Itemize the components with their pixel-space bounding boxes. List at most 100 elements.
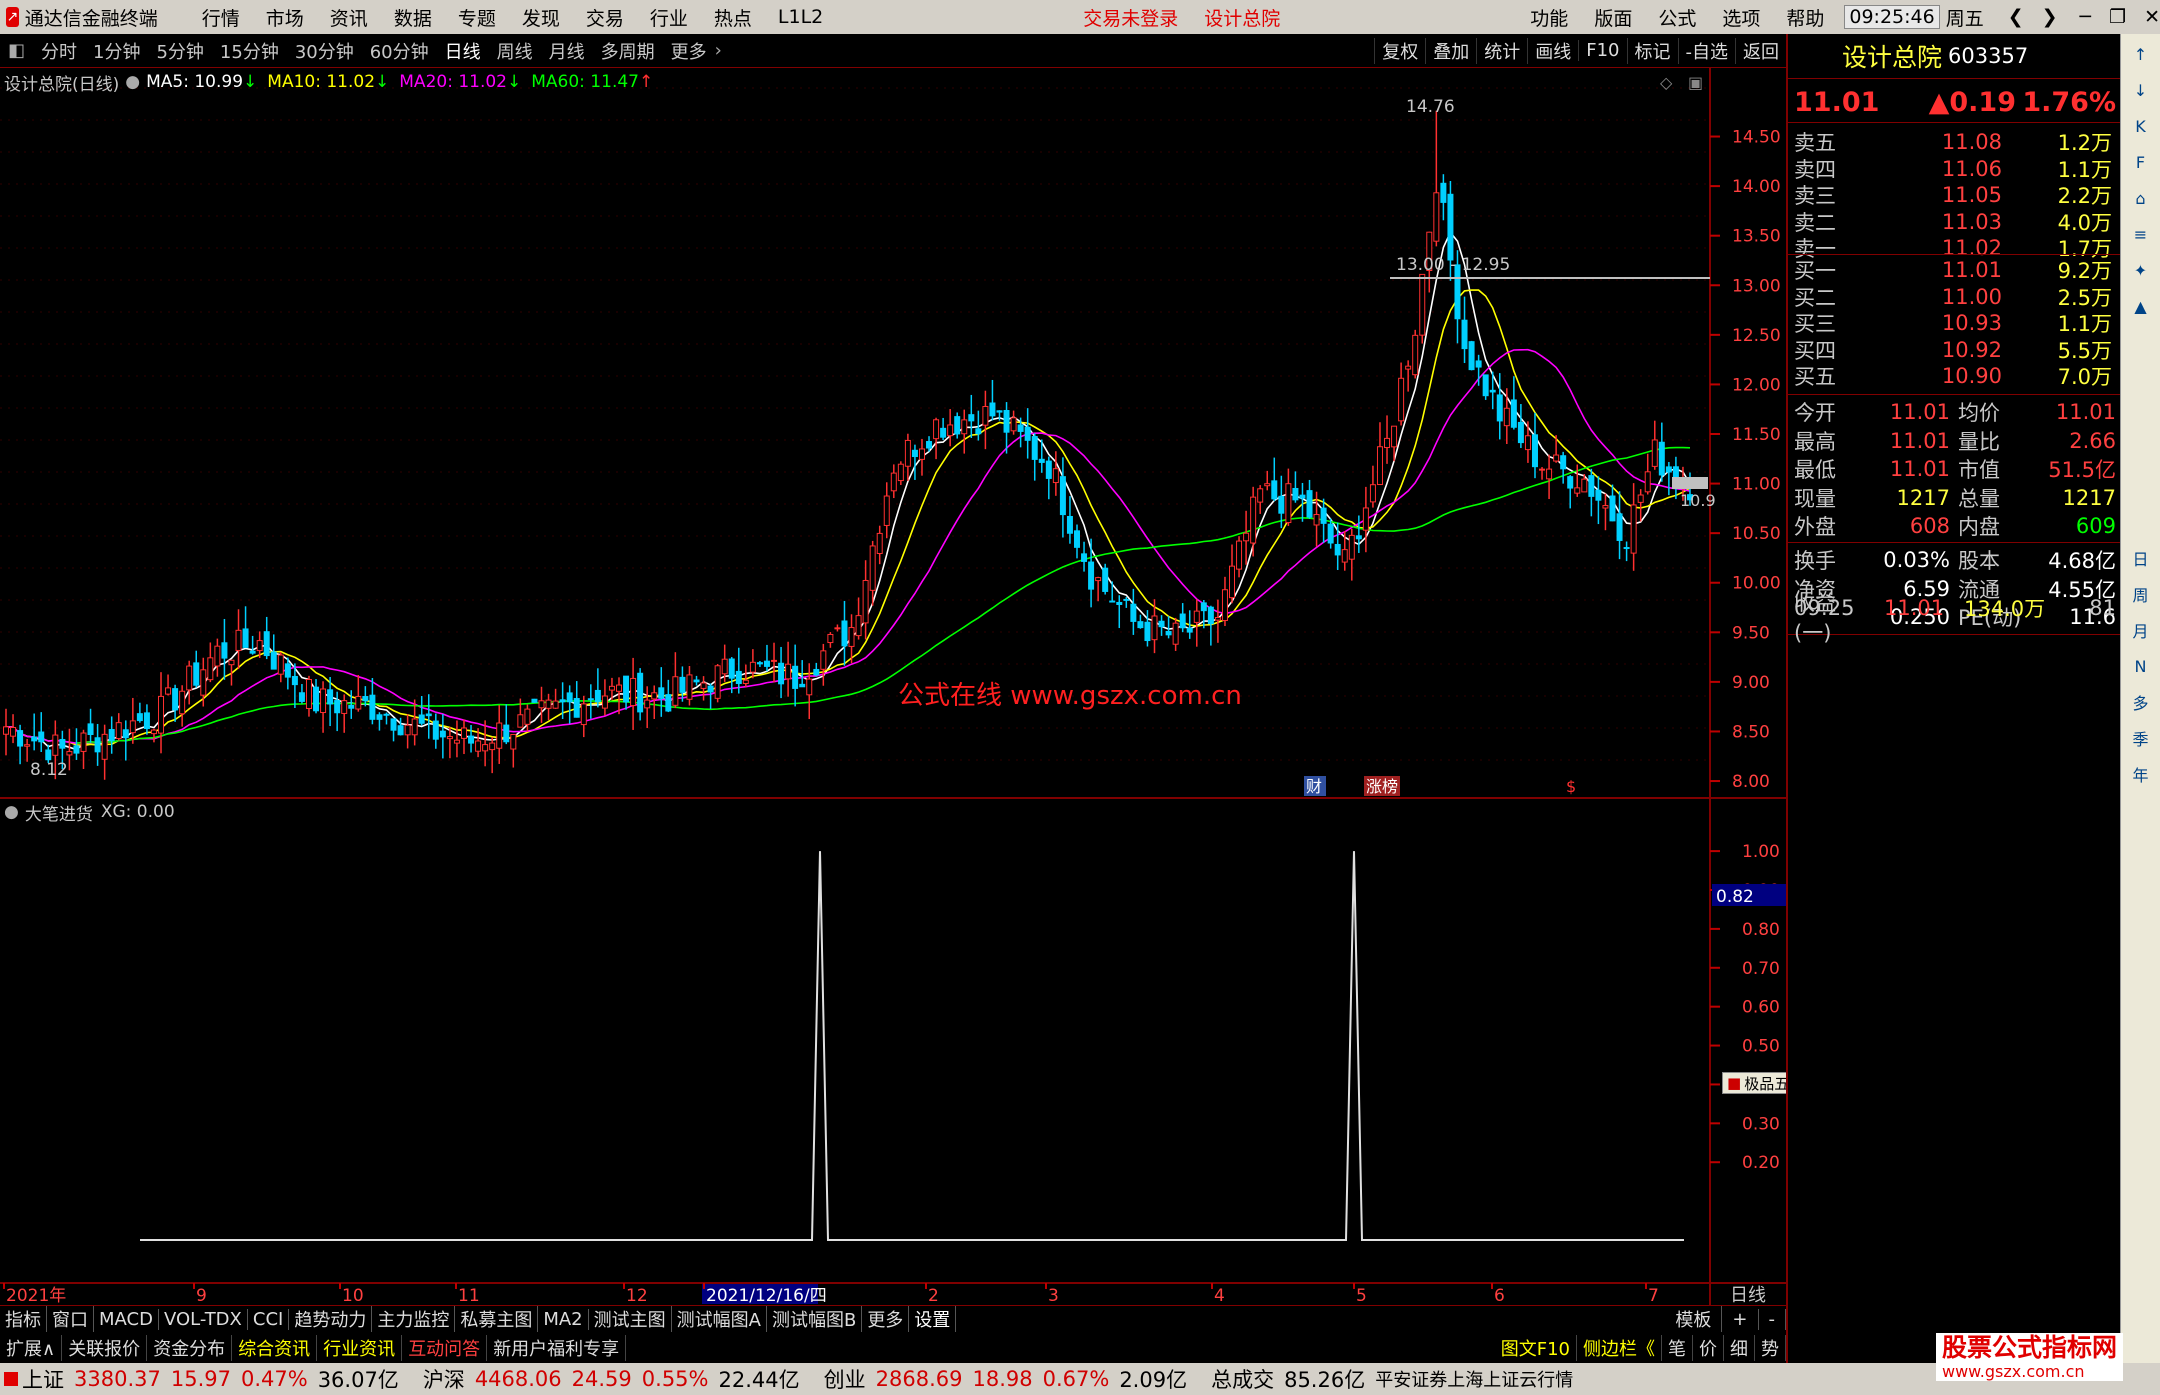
menu-item-zixun[interactable]: 资讯 (330, 4, 368, 31)
menu-item-shichang[interactable]: 市场 (266, 4, 304, 31)
ask-row[interactable]: 卖五 11.08 1.2万 (1794, 128, 2116, 156)
ask-row[interactable]: 卖三 11.05 2.2万 (1794, 181, 2116, 209)
period-15min[interactable]: 15分钟 (212, 38, 287, 64)
menu-item-jiaoyi[interactable]: 交易 (586, 4, 624, 31)
period-fenshi[interactable]: 分时 (33, 38, 85, 64)
indicator-tab-5[interactable]: 趋势动力 (289, 1306, 373, 1332)
menu-banmian[interactable]: 版面 (1594, 4, 1632, 31)
indicator-tab-10[interactable]: 测试幅图A (672, 1306, 767, 1332)
period-60min[interactable]: 60分钟 (362, 38, 437, 64)
indicator-tab-2[interactable]: MACD (94, 1308, 159, 1330)
panel-toggle-icon[interactable]: ◧ (0, 40, 33, 61)
chevron-right-icon[interactable]: › (715, 40, 722, 61)
indicator-tab-8[interactable]: MA2 (538, 1308, 589, 1330)
sidebar-button-12[interactable]: 多 (2124, 686, 2158, 718)
sidebar-button-6[interactable]: ✦ (2124, 254, 2158, 286)
restore-icon[interactable]: ❐ (2109, 6, 2126, 28)
sidebar-button-0[interactable]: ↑ (2124, 38, 2158, 70)
menu-item-hangqing[interactable]: 行情 (202, 4, 240, 31)
indicator-tab-12[interactable]: 更多 (862, 1306, 910, 1332)
btn-f10[interactable]: F10 (1578, 40, 1626, 61)
btn-zixuan[interactable]: -自选 (1677, 37, 1736, 64)
indicator-tab-0[interactable]: 指标 (0, 1306, 47, 1332)
sidebar-button-5[interactable]: ≡ (2124, 218, 2158, 250)
period-30min[interactable]: 30分钟 (287, 38, 362, 64)
menu-item-shuju[interactable]: 数据 (394, 4, 432, 31)
menu-item-hangye[interactable]: 行业 (650, 4, 688, 31)
kline-chart[interactable]: 1.000.900.800.700.600.500.400.300.20 14.… (0, 68, 1786, 1305)
indicator-tab-4[interactable]: CCI (248, 1308, 290, 1330)
menu-item-zhuanti[interactable]: 专题 (458, 4, 496, 31)
bid-row[interactable]: 买一 11.01 9.2万 (1794, 256, 2116, 284)
indicator-tab-11[interactable]: 测试幅图B (767, 1306, 863, 1332)
sidebar-button-9[interactable]: 周 (2124, 578, 2158, 610)
index-name[interactable]: 沪深 (423, 1364, 465, 1394)
side-tab-5[interactable]: 势 (1755, 1335, 1786, 1361)
menu-xuanxiang[interactable]: 选项 (1722, 4, 1760, 31)
side-tab-1[interactable]: 侧边栏《 (1577, 1335, 1662, 1361)
sidebar-button-1[interactable]: ↓ (2124, 74, 2158, 106)
info-tab-4[interactable]: 行业资讯 (317, 1335, 403, 1361)
info-tab-1[interactable]: 关联报价 (62, 1335, 148, 1361)
template-button-0[interactable]: 模板 (1665, 1306, 1723, 1332)
template-button-1[interactable]: + (1722, 1308, 1759, 1330)
info-tab-2[interactable]: 资金分布 (147, 1335, 233, 1361)
period-more[interactable]: 更多 (663, 38, 715, 64)
period-daily[interactable]: 日线 (437, 38, 489, 64)
sidebar-button-2[interactable]: K (2124, 110, 2158, 142)
btn-huaxian[interactable]: 画线 (1527, 37, 1578, 64)
indicator-tab-3[interactable]: VOL-TDX (159, 1308, 248, 1330)
btn-diejia[interactable]: 叠加 (1425, 37, 1476, 64)
info-tab-6[interactable]: 新用户福利专享 (487, 1335, 627, 1361)
sidebar-button-11[interactable]: N (2124, 650, 2158, 682)
menu-gongshi[interactable]: 公式 (1658, 4, 1696, 31)
btn-fuquan[interactable]: 复权 (1374, 37, 1425, 64)
sidebar-button-7[interactable]: ▲ (2124, 290, 2158, 322)
badge-cai[interactable]: 财 (1306, 777, 1322, 796)
sidebar-button-14[interactable]: 年 (2124, 758, 2158, 790)
menu-item-redian[interactable]: 热点 (714, 4, 752, 31)
sidebar-button-8[interactable]: 日 (2124, 542, 2158, 574)
bid-row[interactable]: 买五 10.90 7.0万 (1794, 362, 2116, 390)
indicator-tab-6[interactable]: 主力监控 (372, 1306, 456, 1332)
indicator-tab-13[interactable]: 设置 (909, 1306, 957, 1332)
back-icon[interactable]: ❮ (2008, 6, 2024, 28)
btn-fanhui[interactable]: 返回 (1735, 37, 1786, 64)
settings-circle-icon[interactable]: ● (125, 72, 140, 92)
indicator-settings-icon[interactable]: ● (4, 802, 19, 822)
sidebar-button-4[interactable]: ⌂ (2124, 182, 2158, 214)
side-tab-3[interactable]: 价 (1693, 1335, 1724, 1361)
period-1min[interactable]: 1分钟 (85, 38, 148, 64)
index-name[interactable]: 创业 (824, 1364, 866, 1394)
bid-row[interactable]: 买四 10.92 5.5万 (1794, 336, 2116, 364)
minimize-icon[interactable]: ─ (2080, 6, 2091, 28)
bid-row[interactable]: 买三 10.93 1.1万 (1794, 309, 2116, 337)
side-tab-0[interactable]: 图文F10 (1495, 1335, 1577, 1361)
ask-row[interactable]: 卖二 11.03 4.0万 (1794, 208, 2116, 236)
menu-gongneng[interactable]: 功能 (1530, 4, 1568, 31)
diamond-icon[interactable]: ◇ (1660, 73, 1673, 92)
sidebar-button-10[interactable]: 月 (2124, 614, 2158, 646)
period-multi[interactable]: 多周期 (593, 38, 663, 64)
index-name[interactable]: 上证 (22, 1364, 64, 1394)
ask-row[interactable]: 卖四 11.06 1.1万 (1794, 155, 2116, 183)
bid-row[interactable]: 买二 11.00 2.5万 (1794, 283, 2116, 311)
side-tab-4[interactable]: 细 (1724, 1335, 1755, 1361)
info-tab-5[interactable]: 互动问答 (402, 1335, 488, 1361)
info-tab-3[interactable]: 综合资讯 (232, 1335, 318, 1361)
period-weekly[interactable]: 周线 (489, 38, 541, 64)
period-5min[interactable]: 5分钟 (148, 38, 211, 64)
forward-icon[interactable]: ❯ (2042, 6, 2058, 28)
menu-item-faxian[interactable]: 发现 (522, 4, 560, 31)
badge-dollar[interactable]: $ (1566, 777, 1576, 796)
sidebar-button-13[interactable]: 季 (2124, 722, 2158, 754)
menu-bangzhu[interactable]: 帮助 (1786, 4, 1824, 31)
sidebar-button-3[interactable]: F (2124, 146, 2158, 178)
indicator-tab-1[interactable]: 窗口 (47, 1306, 94, 1332)
btn-tongji[interactable]: 统计 (1476, 37, 1527, 64)
badge-zhangbang[interactable]: 涨榜 (1366, 777, 1398, 796)
menu-item-l1l2[interactable]: L1L2 (778, 6, 823, 28)
side-tab-2[interactable]: 笔 (1662, 1335, 1693, 1361)
info-tab-0[interactable]: 扩展∧ (0, 1335, 63, 1361)
indicator-tab-7[interactable]: 私募主图 (455, 1306, 539, 1332)
